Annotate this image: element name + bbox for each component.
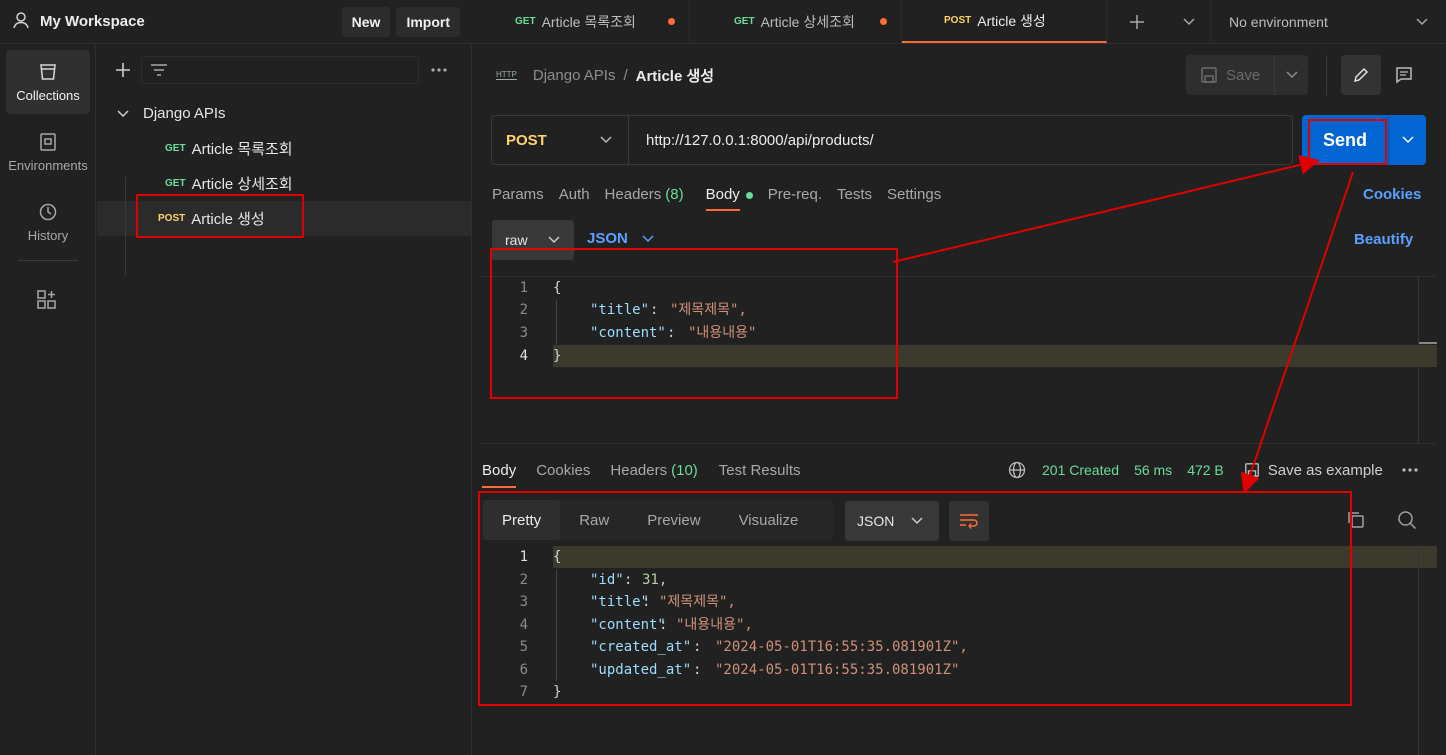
arrow-send-to-response bbox=[1240, 171, 1354, 494]
annotation-arrows bbox=[892, 154, 1354, 494]
arrow-body-to-send bbox=[892, 154, 1320, 263]
